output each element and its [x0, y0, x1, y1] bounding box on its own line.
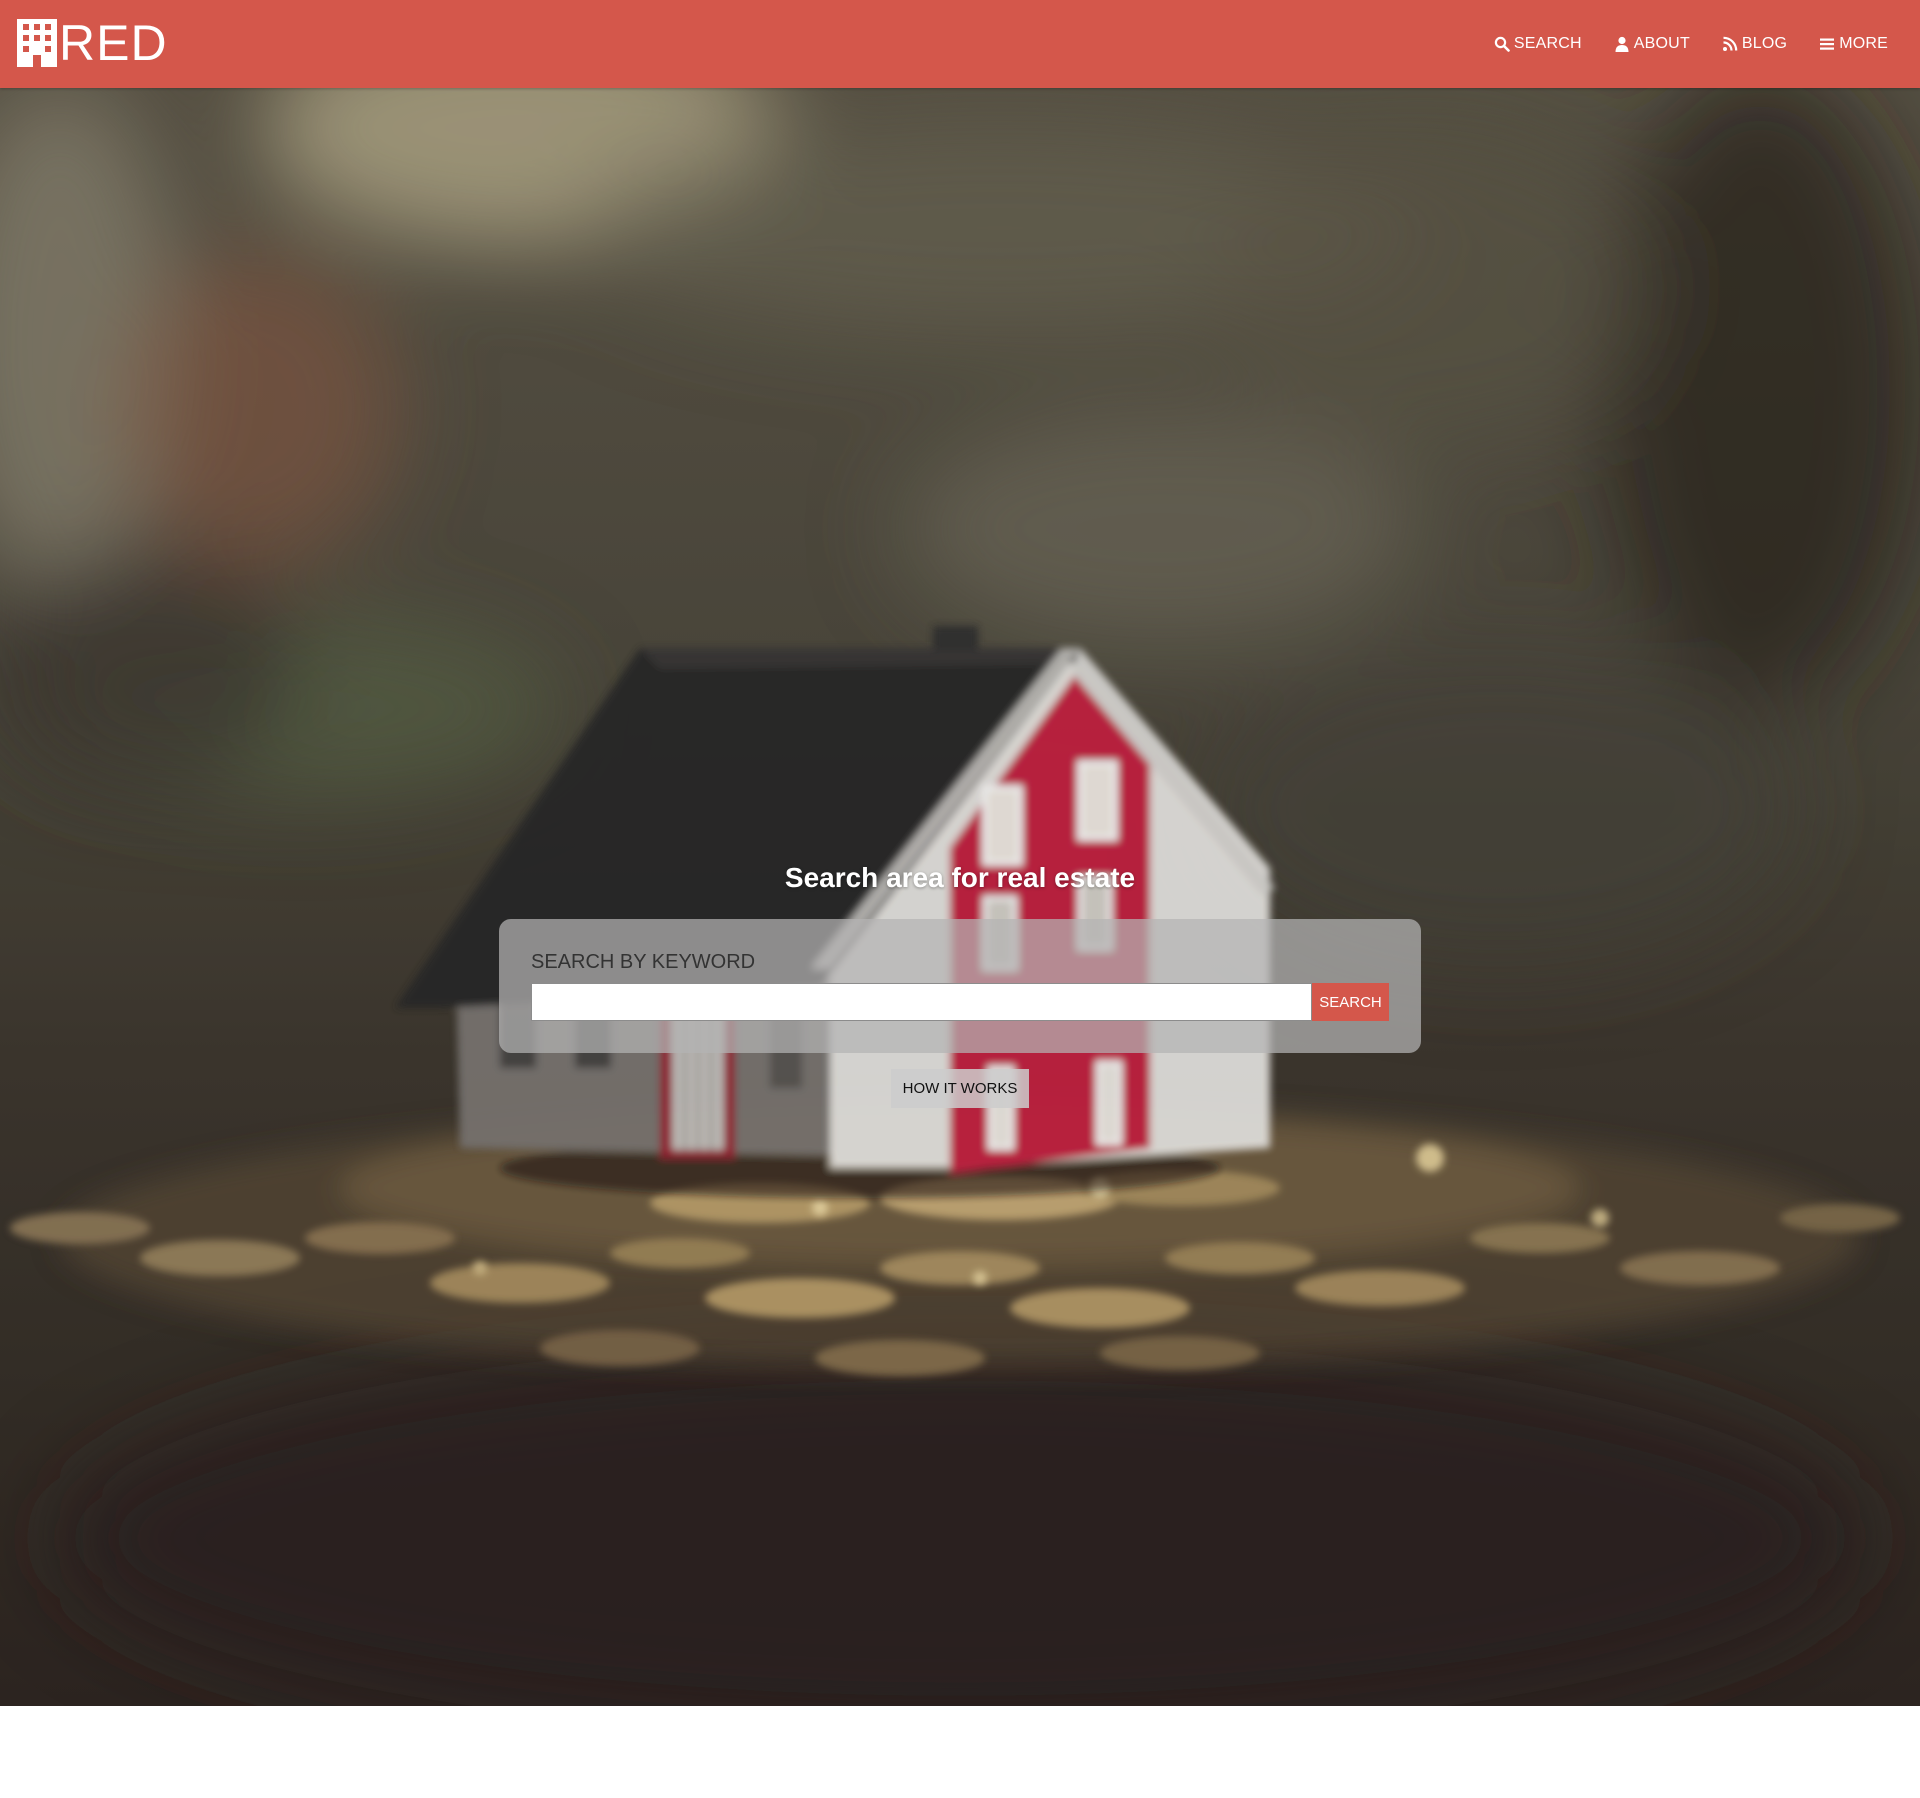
nav-about[interactable]: ABOUT	[1614, 35, 1690, 53]
user-icon	[1615, 36, 1629, 52]
hero-section: Search area for real estate SEARCH BY KE…	[0, 88, 1920, 1706]
search-by-keyword-label: SEARCH BY KEYWORD	[531, 951, 756, 973]
brand-logo-link[interactable]: RED	[17, 17, 168, 69]
nav-search[interactable]: SEARCH	[1494, 35, 1582, 53]
hero-title: Search area for real estate	[784, 862, 1136, 893]
nav-more[interactable]: MORE	[1819, 35, 1888, 53]
nav-blog[interactable]: BLOG	[1722, 35, 1787, 53]
how-it-works-button[interactable]: HOW IT WORKS	[891, 1069, 1029, 1108]
search-panel: SEARCH BY KEYWORD SEARCH	[499, 919, 1421, 1053]
keyword-search-input[interactable]	[531, 983, 1312, 1021]
rss-icon	[1722, 36, 1738, 51]
nav-about-label: ABOUT	[1633, 35, 1690, 52]
page-below-hero	[0, 1706, 1920, 1798]
brand-name: RED	[59, 15, 168, 71]
building-icon	[17, 19, 57, 67]
nav-search-label: SEARCH	[1513, 35, 1582, 52]
hero-background-image	[0, 88, 1920, 1706]
nav-blog-label: BLOG	[1741, 35, 1788, 52]
main-nav: SEARCH ABOUT BLOG MORE	[1462, 0, 1888, 88]
menu-icon	[1820, 38, 1835, 50]
search-icon	[1494, 36, 1510, 52]
nav-more-label: MORE	[1839, 35, 1888, 52]
search-button[interactable]: SEARCH	[1312, 983, 1389, 1021]
top-navbar: RED SEARCH ABOUT BLOG MORE	[0, 0, 1920, 88]
